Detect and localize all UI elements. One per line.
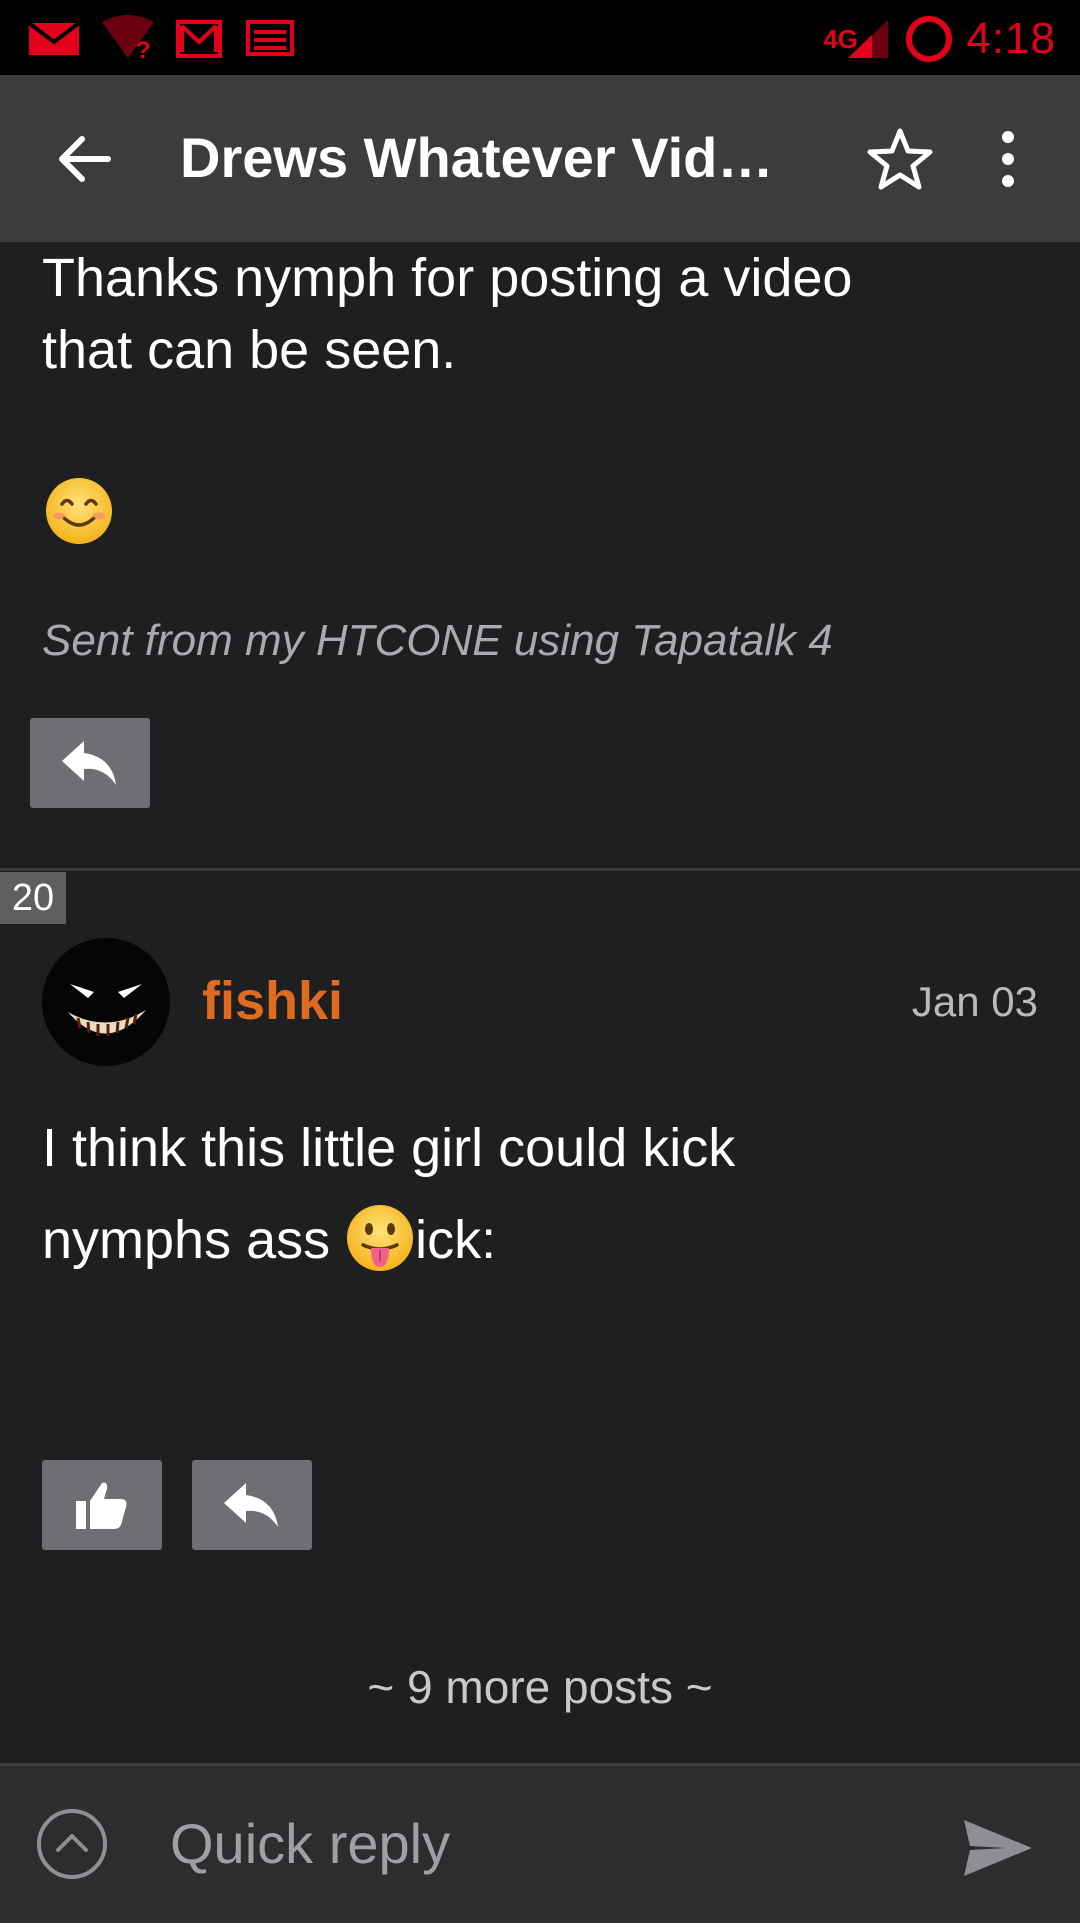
post-body-line: that can be seen. (42, 320, 457, 380)
tongue-emoji (347, 1204, 414, 1271)
post-date: Jan 03 (911, 978, 1038, 1025)
reply-button[interactable] (192, 1460, 312, 1550)
post-body-line: I think this little girl could kick (42, 1118, 736, 1178)
gmail-outline-icon (176, 20, 222, 58)
reply-icon (224, 1483, 278, 1527)
reply-icon (62, 741, 116, 785)
news-icon (246, 20, 294, 56)
quick-reply-input[interactable] (168, 1802, 932, 1884)
wifi-unknown-icon: ? (102, 15, 154, 60)
like-button[interactable] (42, 1460, 162, 1550)
svg-text:?: ? (136, 37, 151, 60)
thumbs-up-icon (76, 1482, 127, 1529)
more-vert-icon[interactable] (972, 123, 1044, 195)
post-number: 20 (0, 872, 66, 924)
status-bar: ? 4G 4:18 (0, 0, 1080, 75)
post-divider (0, 868, 1080, 871)
clock: 4:18 (966, 14, 1056, 63)
load-more-posts[interactable]: ~ 9 more posts ~ (0, 1660, 1080, 1714)
avatar[interactable] (42, 938, 170, 1066)
app-bar: Drews Whatever Vide… (0, 75, 1080, 242)
reply-button[interactable] (30, 718, 150, 808)
quick-reply-bar (0, 1763, 1080, 1923)
sync-ring-icon (906, 16, 952, 62)
post-signature: Sent from my HTCONE using Tapatalk 4 (42, 616, 833, 665)
post-author[interactable]: fishki (202, 970, 343, 1032)
signal-icon (848, 20, 888, 58)
star-outline-icon[interactable] (864, 123, 936, 195)
post-body-text: nymphs ass (42, 1210, 346, 1270)
post-body-text: ick: (415, 1210, 497, 1270)
thread-title: Drews Whatever Vide… (180, 126, 800, 189)
expand-up-icon[interactable] (36, 1808, 108, 1880)
post-body-line-2: nymphs ass ick: (42, 1200, 496, 1280)
post-body-line: Thanks nymph for posting a video (42, 248, 853, 308)
send-icon[interactable] (962, 1818, 1034, 1878)
smile-emoji (46, 478, 112, 544)
avatar-image (68, 984, 146, 1036)
gmail-icon (28, 22, 80, 55)
arrow-back-icon[interactable] (48, 123, 120, 195)
